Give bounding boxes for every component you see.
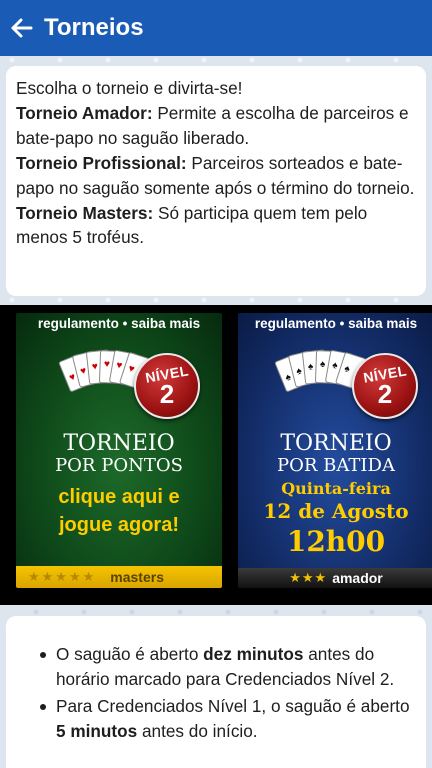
intro-text: Escolha o torneio e divirta-se! Torneio … bbox=[16, 76, 416, 250]
masters-label: Torneio Masters: bbox=[16, 202, 154, 223]
list-item: Para Credenciados Nível 1, o saguão é ab… bbox=[38, 694, 416, 744]
category-bar: ★★★★★ masters bbox=[16, 566, 222, 588]
page-title: Torneios bbox=[44, 14, 144, 41]
tournament-day: Quinta-feira bbox=[281, 479, 391, 498]
list-item: O saguão é aberto dez minutos antes do h… bbox=[38, 642, 416, 692]
banner-subtitle: POR BATIDA bbox=[277, 455, 395, 476]
trophy-stars-icon: ★★★★★ bbox=[28, 569, 97, 584]
info-text: Para Credenciados Nível 1, o saguão é ab… bbox=[56, 695, 410, 716]
cta-line-2[interactable]: jogue agora! bbox=[16, 511, 222, 539]
svg-text:♥: ♥ bbox=[91, 361, 98, 373]
amador-label: Torneio Amador: bbox=[16, 102, 153, 123]
regulamento-link[interactable]: regulamento • saiba mais bbox=[238, 316, 432, 331]
tournament-date: 12 de Agosto bbox=[263, 499, 409, 523]
arrow-left-icon[interactable] bbox=[0, 0, 44, 56]
info-bold: dez minutos bbox=[203, 644, 304, 664]
cta-line-1[interactable]: clique aqui e bbox=[16, 483, 222, 511]
intro-line: Escolha o torneio e divirta-se! bbox=[16, 78, 243, 98]
profissional-label: Torneio Profissional: bbox=[16, 152, 187, 173]
info-text: antes do início. bbox=[137, 720, 258, 741]
trophy-stars-icon: ★★★ bbox=[289, 570, 328, 585]
svg-text:♠: ♠ bbox=[320, 359, 326, 370]
category-label: amador bbox=[332, 570, 383, 586]
tournament-banner-pontos[interactable]: regulamento • saiba mais ♥ ♥ ♥ ♥ ♥ ♥ NÍV… bbox=[16, 313, 222, 588]
tournament-carousel[interactable]: regulamento • saiba mais ♥ ♥ ♥ ♥ ♥ ♥ NÍV… bbox=[0, 305, 432, 605]
info-bold: 5 minutos bbox=[56, 720, 138, 741]
svg-text:♥: ♥ bbox=[104, 359, 110, 370]
banner-title: TORNEIO bbox=[63, 431, 175, 456]
banner-subtitle: POR PONTOS bbox=[55, 455, 183, 476]
info-list: O saguão é aberto dez minutos antes do h… bbox=[38, 642, 416, 744]
category-bar: ★★★ amador bbox=[238, 568, 432, 588]
info-text: O saguão é aberto bbox=[56, 644, 204, 664]
nivel-badge: NÍVEL 2 bbox=[134, 353, 200, 419]
tournament-banner-batida[interactable]: regulamento • saiba mais ♠ ♠ ♠ ♠ ♠ ♠ NÍV… bbox=[238, 313, 432, 588]
regulamento-link[interactable]: regulamento • saiba mais bbox=[16, 316, 222, 331]
banner-title: TORNEIO bbox=[280, 431, 392, 456]
tournament-time: 12h00 bbox=[286, 525, 386, 558]
nivel-badge: NÍVEL 2 bbox=[352, 353, 418, 419]
info-card: O saguão é aberto dez minutos antes do h… bbox=[6, 616, 426, 768]
intro-card: Escolha o torneio e divirta-se! Torneio … bbox=[6, 66, 426, 296]
app-bar: Torneios bbox=[0, 0, 432, 56]
category-label: masters bbox=[110, 569, 164, 585]
